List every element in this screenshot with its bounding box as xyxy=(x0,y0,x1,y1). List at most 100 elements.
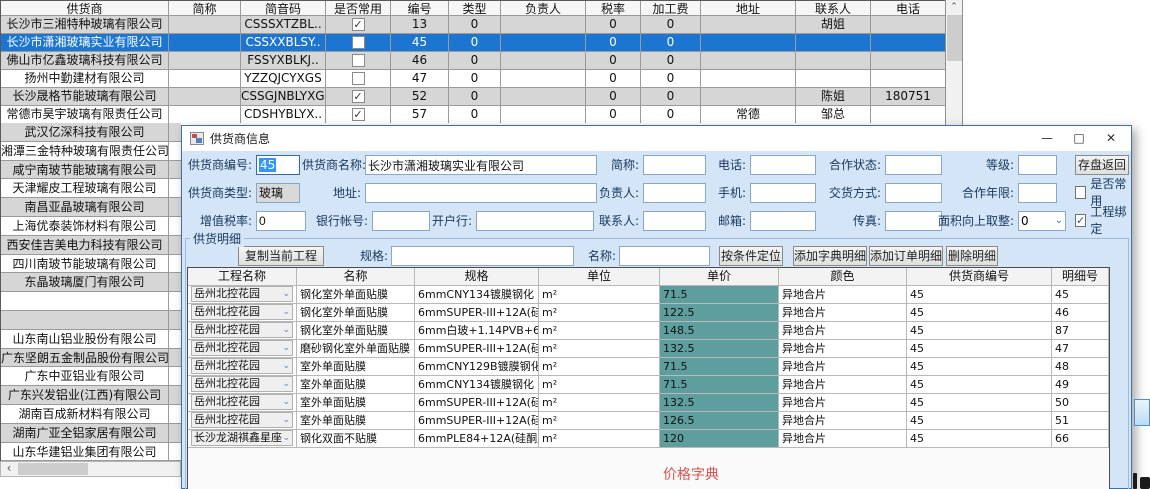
column-header[interactable]: 单位 xyxy=(539,268,660,286)
list-item[interactable]: 上海优泰装饰材料有限公司 xyxy=(1,217,181,236)
checkbox-box[interactable]: ✓ xyxy=(1075,214,1086,227)
table-row[interactable]: 岳州北控花园⌄室外单面贴膜6mmSUPER-III+12A(硅...m²132.… xyxy=(188,394,1109,412)
project-combobox[interactable]: 岳州北控花园⌄ xyxy=(191,286,293,302)
column-header[interactable]: 单价 xyxy=(660,268,779,286)
table-row[interactable]: 长沙龙湖祺鑫星座⌄钢化双面不贴膜6mmPLE84+12A(硅酮胶...m²120… xyxy=(188,430,1109,448)
table-row[interactable]: 岳州北控花园⌄钢化室外单面贴膜6mmSUPER-III+12A(硅...m²12… xyxy=(188,304,1109,322)
list-item[interactable]: 东晶玻璃厦门有限公司 xyxy=(1,273,181,292)
minimize-button[interactable]: — xyxy=(1031,126,1063,151)
close-icon[interactable]: ✕ xyxy=(1095,126,1127,151)
table-row[interactable]: 岳州北控花园⌄室外单面贴膜6mmCNY129B镀膜钢化m²71.5异地合片454… xyxy=(188,358,1109,376)
column-header[interactable]: 工程名称 xyxy=(188,268,297,286)
column-header[interactable]: 明细号 xyxy=(1052,268,1109,286)
list-item[interactable]: 咸宁南玻节能玻璃有限公司 xyxy=(1,161,181,180)
common-use-checkbox[interactable]: 是否常用 xyxy=(1075,184,1131,200)
column-header[interactable]: 地址 xyxy=(701,1,796,16)
table-row[interactable]: 岳州北控花园⌄钢化室外单面贴膜6mm白玻+1.14PVB+6mm...m²148… xyxy=(188,322,1109,340)
maximize-button[interactable]: □ xyxy=(1063,126,1095,151)
dialog-titlebar[interactable]: 供货商信息 — □ ✕ xyxy=(182,126,1131,151)
column-header[interactable]: 联系人 xyxy=(796,1,871,16)
list-item[interactable]: 山东华建铝业集团有限公司 xyxy=(1,443,181,461)
bank-account-field[interactable] xyxy=(372,211,430,231)
project-combobox[interactable]: 岳州北控花园⌄ xyxy=(191,412,293,428)
main-grid-horizontal-scrollbar[interactable]: ‹ xyxy=(0,461,181,477)
list-item[interactable] xyxy=(1,311,181,330)
common-use-checkbox[interactable] xyxy=(352,54,365,67)
round-up-combobox[interactable]: 0 ⌄ xyxy=(1018,211,1066,231)
save-return-button[interactable]: 存盘返回 xyxy=(1075,155,1129,175)
common-use-checkbox[interactable] xyxy=(352,36,365,49)
coop-years-field[interactable] xyxy=(1018,183,1057,203)
supplier-id-field[interactable]: 45 xyxy=(256,155,300,175)
copy-project-button[interactable]: 复制当前工程 xyxy=(238,246,324,266)
common-use-checkbox[interactable]: ✓ xyxy=(352,108,365,121)
project-combobox[interactable]: 岳州北控花园⌄ xyxy=(191,340,293,356)
bank-field[interactable] xyxy=(476,211,594,231)
list-item[interactable]: 湖南百成新材料有限公司 xyxy=(1,405,181,424)
scroll-left-icon[interactable]: ‹ xyxy=(1,462,17,476)
list-item[interactable]: 武汉亿深科技有限公司 xyxy=(1,123,181,142)
list-item[interactable]: 广东兴发铝业(江西)有限公司 xyxy=(1,386,181,405)
project-combobox[interactable]: 岳州北控花园⌄ xyxy=(191,322,293,338)
column-header[interactable]: 负责人 xyxy=(501,1,586,16)
list-item[interactable]: 广东坚朗五金制品股份有限公司 xyxy=(1,349,181,368)
name-filter-input[interactable] xyxy=(619,246,710,266)
spec-filter-input[interactable] xyxy=(391,246,574,266)
email-field[interactable] xyxy=(750,211,816,231)
column-header[interactable]: 类型 xyxy=(449,1,501,16)
column-header[interactable]: 编号 xyxy=(391,1,449,16)
scrollbar-thumb[interactable] xyxy=(947,15,962,61)
common-use-checkbox[interactable] xyxy=(352,72,365,85)
column-header[interactable]: 是否常用 xyxy=(326,1,391,16)
main-grid-vertical-scrollbar[interactable]: ⌃ xyxy=(945,0,963,125)
add-order-detail-button[interactable]: 添加订单明细 xyxy=(869,246,943,266)
delete-detail-button[interactable]: 删除明细 xyxy=(946,246,998,266)
common-use-checkbox[interactable]: ✓ xyxy=(352,90,365,103)
table-row[interactable]: 岳州北控花园⌄磨砂钢化室外单面贴膜6mmSUPER-III+12A(硅...m²… xyxy=(188,340,1109,358)
list-item[interactable]: 西安佳吉美电力科技有限公司 xyxy=(1,236,181,255)
phone-field[interactable] xyxy=(750,155,816,175)
project-combobox[interactable]: 岳州北控花园⌄ xyxy=(191,358,293,374)
table-row[interactable]: 长沙晟格节能玻璃有限公司CSSGJNBLYXGS✓52000陈姐180751 xyxy=(1,88,945,106)
column-header[interactable]: 简称 xyxy=(169,1,241,16)
column-header[interactable]: 规格 xyxy=(415,268,539,286)
column-header[interactable]: 电话 xyxy=(871,1,945,16)
common-use-checkbox[interactable]: ✓ xyxy=(352,18,365,31)
list-item[interactable]: 湘潭三金特种玻璃有限责任公司 xyxy=(1,142,181,161)
column-header[interactable]: 简音码 xyxy=(241,1,326,16)
table-row[interactable]: 长沙市三湘特种玻璃有限公司CSSSXTZBL..✓13000胡姐 xyxy=(1,16,945,34)
column-header[interactable]: 名称 xyxy=(297,268,415,286)
vat-field[interactable] xyxy=(256,211,306,231)
checkbox-box[interactable] xyxy=(1075,186,1086,199)
table-row[interactable]: 常德市昊宇玻璃有限责任公司CDSHYBLYX..✓57000常德邹总 xyxy=(1,106,945,123)
list-item[interactable]: 湖南广亚全铝家居有限公司 xyxy=(1,424,181,443)
supplier-name-field[interactable] xyxy=(365,155,597,175)
table-row[interactable]: 佛山市亿鑫玻璃科技有限公司FSSYXBLKJ..46000 xyxy=(1,52,945,70)
mobile-field[interactable] xyxy=(750,183,816,203)
list-item[interactable] xyxy=(1,292,181,311)
project-combobox[interactable]: 长沙龙湖祺鑫星座⌄ xyxy=(191,430,293,446)
list-item[interactable]: 天津耀皮工程玻璃有限公司 xyxy=(1,179,181,198)
project-combobox[interactable]: 岳州北控花园⌄ xyxy=(191,304,293,320)
list-item[interactable]: 广东中亚铝业有限公司 xyxy=(1,367,181,386)
locate-by-condition-button[interactable]: 按条件定位 xyxy=(719,246,783,266)
scrollbar-thumb[interactable] xyxy=(18,463,88,475)
project-bind-checkbox[interactable]: ✓ 工程绑定 xyxy=(1075,212,1131,228)
table-row[interactable]: 扬州中勤建材有限公司YZZQJCYXGS47000 xyxy=(1,70,945,88)
table-row[interactable]: 岳州北控花园⌄室外单面贴膜6mmSUPER-III+12A(硅...m²126.… xyxy=(188,412,1109,430)
list-item[interactable]: 山东南山铝业股份有限公司 xyxy=(1,330,181,349)
column-header[interactable]: 供货商 xyxy=(1,1,169,16)
table-row[interactable]: 岳州北控花园⌄室外单面贴膜6mmCNY134镀膜钢化m²71.5异地合片4549 xyxy=(188,376,1109,394)
column-header[interactable]: 颜色 xyxy=(779,268,907,286)
table-row[interactable]: 岳州北控花园⌄钢化室外单面贴膜6mmCNY134镀膜钢化m²71.5异地合片45… xyxy=(188,286,1109,304)
supplier-type-field[interactable]: 玻璃 xyxy=(256,183,300,203)
grade-field[interactable] xyxy=(1018,155,1057,175)
add-dictionary-detail-button[interactable]: 添加字典明细 xyxy=(793,246,867,266)
list-item[interactable]: 四川南玻节能玻璃有限公司 xyxy=(1,255,181,274)
column-header[interactable]: 供货商编号 xyxy=(907,268,1052,286)
table-row[interactable]: 长沙市潇湘玻璃实业有限公司CSSXXBLSY..45000 xyxy=(1,34,945,52)
scroll-up-icon[interactable]: ⌃ xyxy=(946,0,962,15)
project-combobox[interactable]: 岳州北控花园⌄ xyxy=(191,394,293,410)
address-field[interactable] xyxy=(365,183,597,203)
column-header[interactable]: 加工费 xyxy=(641,1,701,16)
